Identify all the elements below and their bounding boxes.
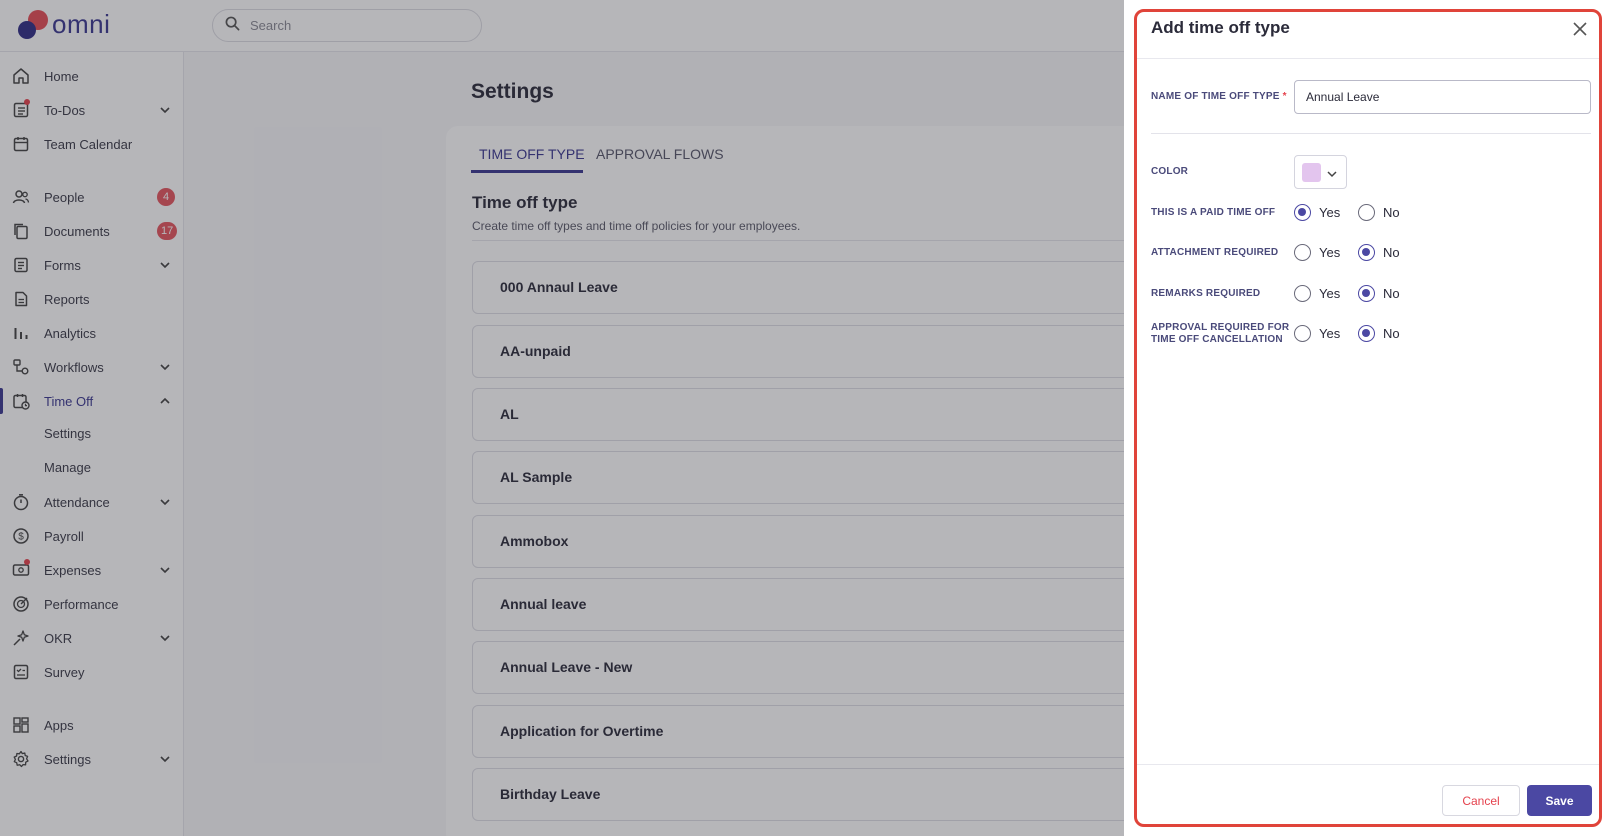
attachment-yes-radio[interactable] (1294, 244, 1311, 261)
chevron-down-icon (1326, 167, 1338, 179)
radio-label: No (1383, 205, 1400, 220)
radio-label: Yes (1319, 286, 1341, 301)
radio-label: No (1383, 245, 1400, 260)
save-button[interactable]: Save (1527, 785, 1592, 816)
attachment-no-radio[interactable] (1358, 244, 1375, 261)
remarks-no-radio[interactable] (1358, 285, 1375, 302)
paid-no-radio[interactable] (1358, 204, 1375, 221)
name-field-label: NAME OF TIME OFF TYPE * (1151, 91, 1287, 103)
color-label: COLOR (1151, 166, 1189, 177)
color-swatch (1302, 163, 1321, 182)
radio-label: Yes (1319, 205, 1341, 220)
paid-yes-radio[interactable] (1294, 204, 1311, 221)
remarks-required-label: REMARKS REQUIRED (1151, 288, 1261, 299)
divider (1134, 764, 1602, 765)
close-icon[interactable] (1571, 20, 1589, 38)
divider (1151, 133, 1591, 134)
remarks-yes-radio[interactable] (1294, 285, 1311, 302)
color-picker[interactable] (1294, 155, 1347, 189)
divider (1134, 58, 1602, 59)
name-label-text: NAME OF TIME OFF TYPE (1151, 91, 1280, 102)
label-line: APPROVAL REQUIRED FOR (1151, 322, 1290, 333)
drawer-title: Add time off type (1151, 18, 1290, 37)
time-off-type-name-input[interactable] (1294, 80, 1591, 114)
add-time-off-type-drawer (1124, 0, 1619, 836)
radio-label: No (1383, 326, 1400, 341)
paid-time-off-label: THIS IS A PAID TIME OFF (1151, 207, 1276, 218)
radio-label: No (1383, 286, 1400, 301)
radio-label: Yes (1319, 326, 1341, 341)
attachment-required-label: ATTACHMENT REQUIRED (1151, 247, 1279, 258)
approval-no-radio[interactable] (1358, 325, 1375, 342)
approval-cancellation-label: APPROVAL REQUIRED FOR TIME OFF CANCELLAT… (1151, 322, 1289, 346)
cancel-button[interactable]: Cancel (1442, 785, 1520, 816)
radio-label: Yes (1319, 245, 1341, 260)
label-line: TIME OFF CANCELLATION (1151, 334, 1283, 345)
required-mark: * (1282, 91, 1287, 102)
approval-yes-radio[interactable] (1294, 325, 1311, 342)
modal-backdrop[interactable] (0, 0, 1124, 836)
